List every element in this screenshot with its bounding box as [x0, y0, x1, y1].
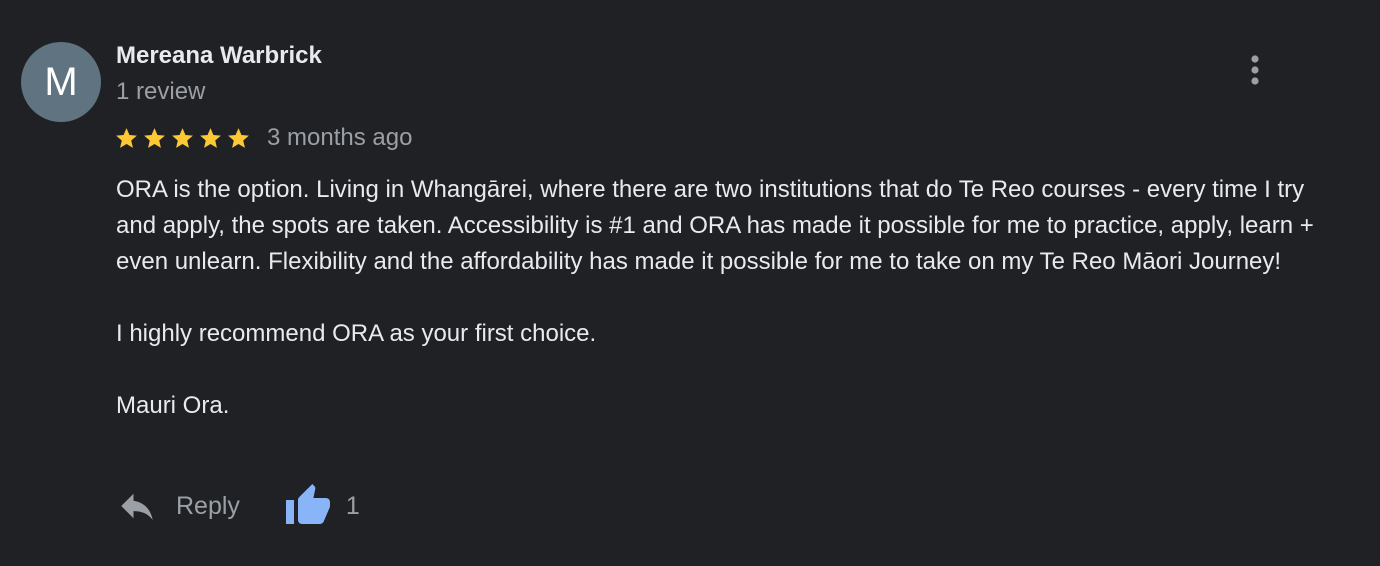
review-date: 3 months ago: [267, 124, 413, 151]
more-vert-icon: [1251, 55, 1259, 85]
reply-arrow-icon: [121, 493, 153, 520]
star-icon: [144, 127, 165, 148]
review-card: M Mereana Warbrick 1 review 3 months ago…: [0, 0, 1380, 566]
avatar[interactable]: M: [21, 42, 101, 122]
reply-button[interactable]: Reply: [116, 485, 240, 527]
thumbs-up-icon: [285, 484, 330, 524]
review-actions: Reply 1: [116, 478, 360, 534]
like-button[interactable]: 1: [284, 482, 360, 530]
review-paragraph: ORA is the option. Living in Whangārei, …: [116, 176, 1314, 275]
star-icon: [200, 127, 221, 148]
star-icon: [228, 127, 249, 148]
review-paragraph: I highly recommend ORA as your first cho…: [116, 320, 597, 347]
reply-label: Reply: [176, 491, 240, 520]
star-rating: [114, 124, 254, 152]
star-icon: [172, 127, 193, 148]
star-icon: [116, 127, 137, 148]
like-count: 1: [345, 491, 360, 520]
review-count: 1 review: [116, 78, 206, 105]
review-paragraph: Mauri Ora.: [116, 392, 230, 419]
review-text: ORA is the option. Living in Whangārei, …: [116, 172, 1326, 424]
reviewer-name[interactable]: Mereana Warbrick: [116, 42, 322, 70]
more-options-button[interactable]: [1240, 50, 1270, 90]
